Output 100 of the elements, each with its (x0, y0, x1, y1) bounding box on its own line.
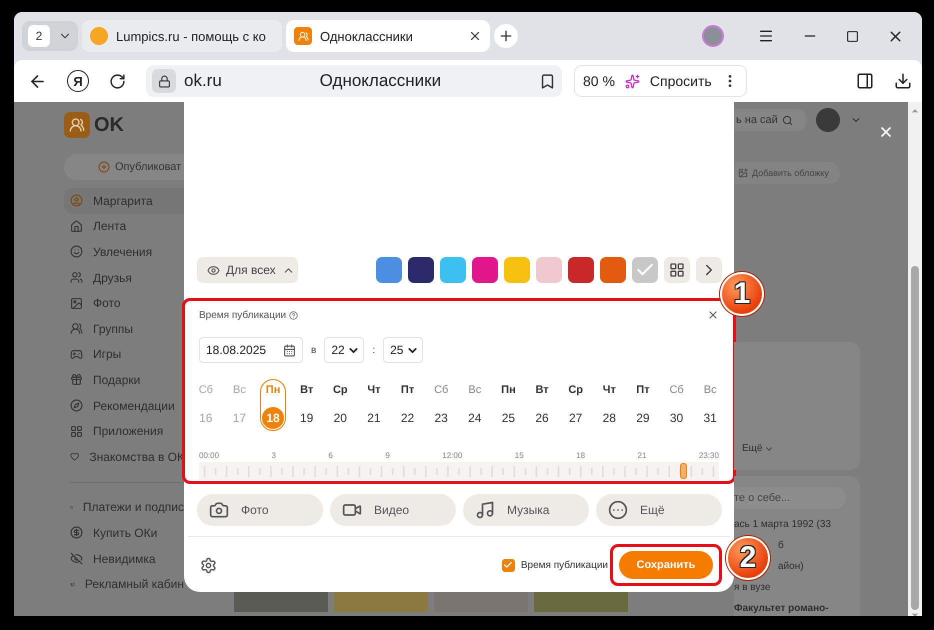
time-label: 9 (385, 451, 390, 460)
calendar-icon (283, 344, 296, 356)
background-swatch[interactable] (440, 257, 466, 283)
address-bar[interactable]: ok.ru Одноклассники (146, 65, 562, 97)
attach-button[interactable]: Музыка (463, 494, 589, 526)
people-icon (70, 271, 83, 284)
next-button[interactable] (696, 257, 722, 283)
grid-icon (70, 424, 83, 438)
calendar-day[interactable]: Ср 20 (327, 379, 354, 431)
calendar-day[interactable]: Вт 26 (529, 379, 556, 431)
time-label: 12:00 (442, 451, 462, 460)
settings-icon[interactable] (200, 556, 217, 574)
calendar-day[interactable]: Вт 19 (294, 379, 320, 431)
time-slider-thumb[interactable] (680, 463, 687, 479)
menu-icon[interactable] (758, 28, 774, 44)
visibility-button[interactable]: Для всех (197, 257, 298, 283)
close-icon[interactable] (468, 29, 482, 43)
compass-icon (70, 399, 83, 412)
time-label: 6 (328, 451, 333, 460)
sidebar-item[interactable]: Лента (64, 214, 184, 240)
background-swatch[interactable] (632, 257, 658, 283)
coin-icon (70, 526, 83, 540)
search-icon (782, 114, 793, 126)
tab-count[interactable]: 2 (28, 25, 50, 47)
gift-icon (70, 373, 83, 386)
avatar[interactable] (816, 108, 840, 132)
zoom-level[interactable]: 80 % (583, 73, 615, 89)
sidebar-item[interactable]: Фото (64, 290, 184, 316)
publish-button[interactable]: Опубликоват (64, 154, 184, 180)
info-text: ась 1 марта 1992 (33 (734, 519, 832, 530)
ok-logo-icon (294, 27, 312, 45)
background-swatch[interactable] (568, 257, 594, 283)
info-text: б (778, 540, 785, 551)
calendar-day[interactable]: Чт 28 (596, 379, 622, 431)
sidebar-item[interactable]: Приложения (64, 418, 184, 444)
more-link[interactable]: Ещё (742, 443, 860, 454)
group-icon (70, 322, 83, 336)
calendar-day[interactable]: Пт 29 (630, 379, 656, 431)
sidebar-icon[interactable] (856, 72, 874, 90)
bookmark-icon[interactable] (539, 72, 556, 90)
checkbox[interactable] (502, 558, 515, 572)
reload-icon[interactable] (109, 72, 126, 90)
time-label: 15 (514, 451, 524, 460)
download-icon[interactable] (894, 72, 912, 90)
time-label: 18 (576, 451, 586, 460)
hour-select[interactable]: 22 (324, 337, 364, 363)
date-field[interactable]: 18.08.2025 (199, 337, 303, 363)
logo-icon (64, 112, 90, 138)
ask-button[interactable]: Спросить (650, 73, 712, 89)
background-swatch[interactable] (600, 257, 626, 283)
sidebar-item[interactable]: Группы (64, 316, 184, 342)
search-field[interactable]: ь на сай (734, 109, 806, 131)
calendar-day[interactable]: Ср 27 (562, 379, 589, 431)
sidebar-item[interactable]: Подарки (64, 367, 184, 393)
attach-button[interactable]: Ещё (596, 494, 722, 526)
eye-off-icon (70, 552, 83, 566)
background-swatch[interactable] (376, 257, 402, 283)
calendar-day[interactable]: Пн 25 (495, 379, 522, 431)
background-swatch[interactable] (472, 257, 498, 283)
help-icon[interactable] (289, 310, 298, 320)
sidebar-item[interactable]: Увлечения (64, 239, 184, 265)
calendar-day[interactable]: Сб 30 (664, 379, 690, 431)
browser-tab[interactable]: Lumpics.ru - помощь с ко (82, 20, 282, 52)
user-circle-icon (70, 194, 83, 208)
attach-button[interactable]: Фото (197, 494, 323, 526)
time-label: 00:00 (199, 451, 220, 460)
grid-button[interactable] (664, 257, 690, 283)
heart-icon (70, 450, 80, 464)
calendar-day[interactable]: Пт 22 (394, 379, 421, 431)
scrollbar-thumb[interactable] (911, 266, 919, 610)
plus-icon (498, 28, 514, 44)
home-button[interactable]: Я (67, 70, 89, 92)
calendar-day[interactable]: Вс 31 (697, 379, 724, 431)
browser-tab[interactable]: Одноклассники (286, 20, 490, 52)
sidebar-item[interactable]: Невидимка (64, 546, 184, 572)
sidebar-item[interactable]: Купить ОКи (64, 520, 184, 546)
sidebar-item[interactable]: Платежи и подпис (64, 494, 184, 520)
time-label: 21 (638, 451, 646, 460)
scrollbar[interactable] (908, 102, 922, 616)
logo-text: OK (94, 114, 124, 136)
maximize-icon[interactable] (846, 30, 859, 42)
time-label: 23:30 (698, 451, 719, 460)
sparkle-icon (624, 74, 640, 88)
sidebar-item[interactable]: Друзья (64, 264, 184, 290)
calendar-day[interactable]: Сб 23 (428, 379, 454, 431)
close-icon[interactable] (707, 309, 719, 321)
attach-button[interactable]: Видео (330, 494, 456, 526)
calendar-day[interactable]: Чт 21 (360, 379, 387, 431)
sidebar-item[interactable]: Игры (64, 342, 184, 368)
new-tab-button[interactable] (494, 24, 518, 48)
background-swatch[interactable] (536, 257, 562, 283)
camera-icon (209, 500, 229, 520)
schedule-title: Время публикации (199, 310, 286, 320)
calendar-day[interactable]: Вс 24 (462, 379, 488, 431)
sidebar-item[interactable]: Рекомендации (64, 392, 184, 418)
sidebar-item[interactable]: Рекламный кабин (64, 571, 184, 597)
background-swatch[interactable] (504, 257, 530, 283)
background-swatch[interactable] (408, 257, 434, 283)
minute-select[interactable]: 25 (383, 337, 424, 363)
timeline-track[interactable] (199, 462, 719, 480)
